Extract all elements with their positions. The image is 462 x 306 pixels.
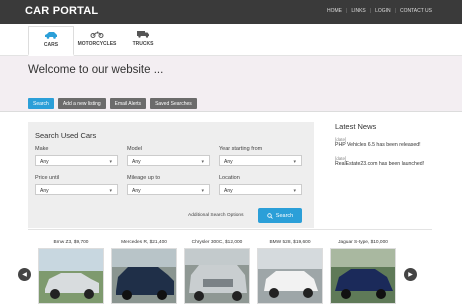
model-label: Model: [127, 146, 142, 152]
news-item[interactable]: [date] RealEstate23.com has been launche…: [335, 156, 435, 168]
car-photo[interactable]: [330, 248, 396, 304]
chevron-down-icon: ▾: [109, 188, 112, 194]
nav-links[interactable]: LINKS: [347, 8, 369, 14]
select-value: Any: [132, 187, 141, 194]
carousel-next-arrow[interactable]: ▶: [404, 268, 417, 281]
car-photo-image: [185, 249, 249, 303]
category-motorcycles[interactable]: MOTORCYCLES: [76, 26, 118, 56]
category-label: MOTORCYCLES: [77, 41, 117, 47]
additional-options-link[interactable]: Additional Search Options: [188, 213, 243, 218]
latest-news: Latest News [date] PHP Vehicles 6.5 has …: [335, 122, 435, 174]
news-title: Latest News: [335, 122, 377, 131]
divider: [0, 111, 462, 112]
select-value: Any: [40, 158, 49, 165]
nav-home[interactable]: HOME: [323, 8, 346, 14]
location-label: Location: [219, 175, 240, 181]
select-value: Any: [40, 187, 49, 194]
make-label: Make: [35, 146, 49, 152]
mileage-select[interactable]: Any ▾: [127, 184, 210, 195]
listing-card[interactable]: Jaguar S-type, $10,000: [330, 240, 396, 304]
price-select[interactable]: Any ▾: [35, 184, 118, 195]
truck-icon: [137, 31, 149, 38]
top-nav: HOME | LINKS | LOGIN | CONTACT US: [323, 8, 436, 14]
divider: [28, 229, 432, 230]
search-title: Search Used Cars: [35, 131, 97, 140]
listing-card[interactable]: Mercedes R, $21,400: [111, 240, 177, 304]
motorcycle-icon: [90, 31, 104, 38]
listing-card[interactable]: Bmw Z3, $9,700: [38, 240, 104, 304]
search-button-label: Search: [275, 212, 294, 219]
tab-email-alerts[interactable]: Email Alerts: [109, 98, 147, 109]
listing-caption: Chrysler 300C, $12,000: [191, 240, 243, 245]
car-photo-image: [39, 249, 103, 303]
mileage-label: Mileage up to: [127, 175, 161, 181]
chevron-down-icon: ▾: [201, 188, 204, 194]
tab-search[interactable]: Search: [28, 98, 54, 109]
model-select[interactable]: Any ▾: [127, 155, 210, 166]
chevron-down-icon: ▾: [293, 159, 296, 165]
car-icon: [45, 32, 57, 39]
listing-caption: Jaguar S-type, $10,000: [338, 240, 388, 245]
year-select[interactable]: Any ▾: [219, 155, 302, 166]
chevron-down-icon: ▾: [293, 188, 296, 194]
listing-card[interactable]: Chrysler 300C, $12,000: [184, 240, 250, 304]
nav-contact[interactable]: CONTACT US: [396, 8, 436, 14]
news-text: PHP Vehicles 6.5 has been released!: [335, 142, 421, 148]
select-value: Any: [224, 187, 233, 194]
tab-saved-searches[interactable]: Saved Searches: [150, 98, 197, 109]
tab-add-listing[interactable]: Add a new listing: [57, 98, 106, 109]
carousel-prev-arrow[interactable]: ◀: [18, 268, 31, 281]
car-photo[interactable]: [111, 248, 177, 304]
search-button[interactable]: Search: [258, 208, 302, 223]
search-panel: Search Used Cars Make Any ▾ Model Any ▾ Ye…: [28, 122, 314, 228]
location-select[interactable]: Any ▾: [219, 184, 302, 195]
search-icon: [267, 212, 273, 219]
category-trucks[interactable]: TRUCKS: [122, 26, 164, 56]
news-item[interactable]: [date] PHP Vehicles 6.5 has been release…: [335, 137, 435, 149]
welcome-heading: Welcome to our website ...: [28, 64, 164, 76]
category-cars[interactable]: CARS: [28, 26, 74, 56]
car-photo[interactable]: [257, 248, 323, 304]
listing-caption: Bmw Z3, $9,700: [53, 240, 89, 245]
action-tabs: Search Add a new listing Email Alerts Sa…: [28, 98, 197, 109]
listing-card[interactable]: BMW 528, $19,600: [257, 240, 323, 304]
chevron-down-icon: ▾: [201, 159, 204, 165]
select-value: Any: [224, 158, 233, 165]
make-select[interactable]: Any ▾: [35, 155, 118, 166]
listing-caption: BMW 528, $19,600: [269, 240, 311, 245]
car-photo-image: [112, 249, 176, 303]
car-photo-image: [258, 249, 322, 303]
select-value: Any: [132, 158, 141, 165]
news-text: RealEstate23.com has been launched!: [335, 160, 425, 167]
car-photo[interactable]: [184, 248, 250, 304]
year-label: Year starting from: [219, 146, 263, 152]
category-label: TRUCKS: [132, 41, 154, 47]
car-photo-image: [331, 249, 395, 303]
chevron-down-icon: ▾: [109, 159, 112, 165]
category-label: CARS: [43, 42, 59, 48]
site-logo[interactable]: CAR PORTAL: [25, 5, 98, 17]
nav-login[interactable]: LOGIN: [371, 8, 395, 14]
listing-caption: Mercedes R, $21,400: [121, 240, 167, 245]
price-label: Price until: [35, 175, 60, 181]
car-photo[interactable]: [38, 248, 104, 304]
